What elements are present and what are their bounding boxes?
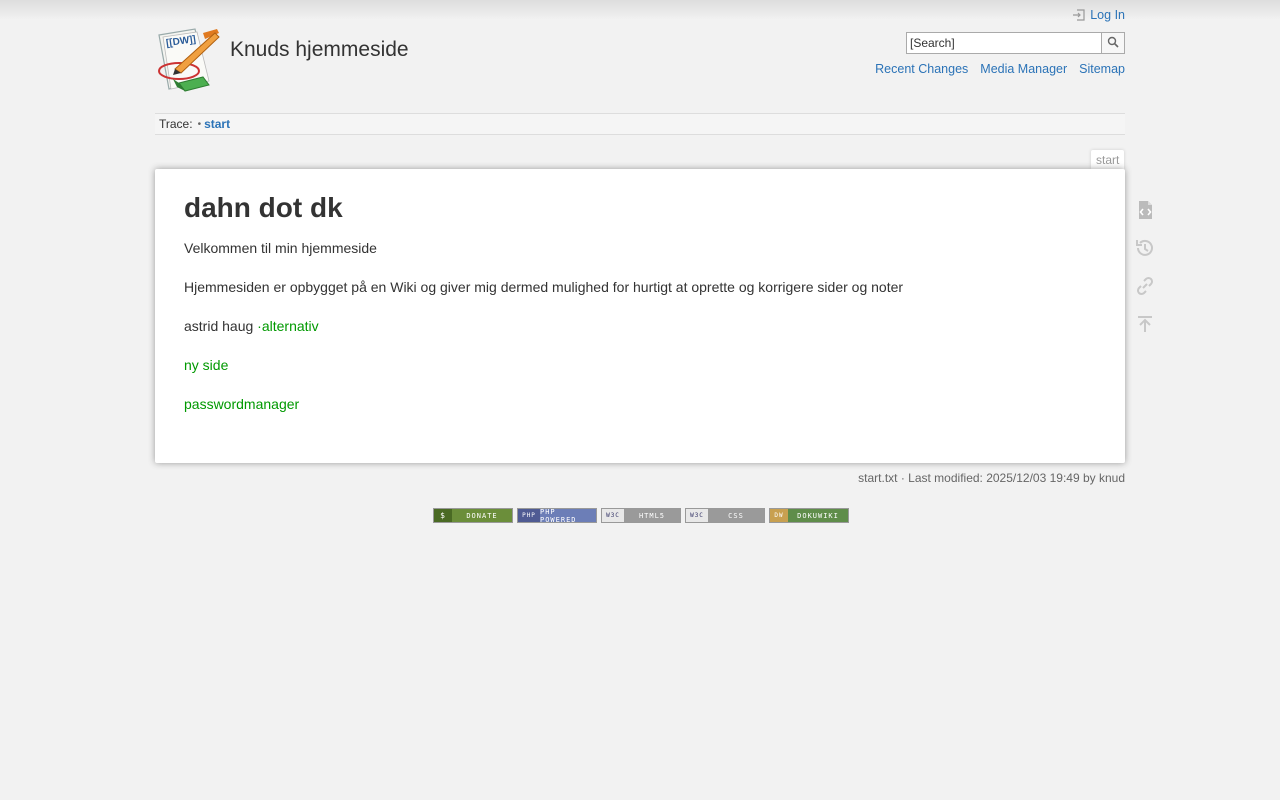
passwordmanager-link[interactable]: passwordmanager [184, 396, 299, 412]
new-page-link[interactable]: ny side [184, 357, 228, 373]
badge-left: PHP [518, 509, 540, 522]
page-tools [1132, 198, 1158, 350]
password-line: passwordmanager [184, 395, 1096, 413]
breadcrumb-item-start[interactable]: start [204, 117, 230, 131]
login-link[interactable]: Log In [1072, 8, 1125, 22]
breadcrumb-label: Trace: [159, 117, 193, 131]
backlinks-button[interactable] [1132, 274, 1158, 300]
docinfo: start.txt · Last modified: 2025/12/03 19… [858, 471, 1125, 485]
alternativ-link[interactable]: ·alternativ [257, 318, 318, 334]
valid-html5-badge[interactable]: W3C HTML5 [601, 508, 681, 523]
back-to-top-icon [1134, 313, 1156, 338]
show-source-button[interactable] [1132, 198, 1158, 224]
astrid-line: astrid haug ·alternativ [184, 317, 1096, 335]
site-tools: Recent Changes Media Manager Sitemap [875, 62, 1125, 76]
user-tools: Log In [1072, 8, 1125, 22]
docinfo-filename: start.txt [858, 471, 898, 485]
badge-text: HTML5 [638, 511, 666, 520]
old-revisions-icon [1134, 237, 1156, 262]
breadcrumb: Trace: • start [155, 113, 1125, 135]
search-form [906, 32, 1125, 54]
show-source-icon [1134, 199, 1156, 224]
badge-left: $ [434, 509, 452, 522]
login-label: Log In [1090, 8, 1125, 22]
login-icon [1072, 8, 1086, 22]
backlinks-icon [1134, 275, 1156, 300]
badge-text: DONATE [466, 511, 498, 520]
back-to-top-button[interactable] [1132, 312, 1158, 338]
breadcrumb-separator: • [197, 118, 202, 130]
php-powered-badge[interactable]: PHP PHP POWERED [517, 508, 597, 523]
badge-left: W3C [602, 509, 624, 522]
page-content: dahn dot dk Velkommen til min hjemmeside… [155, 169, 1125, 463]
sitemap-link[interactable]: Sitemap [1079, 62, 1125, 76]
search-input[interactable] [906, 32, 1102, 54]
media-manager-link[interactable]: Media Manager [980, 62, 1067, 76]
docinfo-modified: · Last modified: 2025/12/03 19:49 by [897, 471, 1099, 485]
old-revisions-button[interactable] [1132, 236, 1158, 262]
badge-text: DOKUWIKI [797, 511, 839, 520]
donate-badge[interactable]: $ DONATE [433, 508, 513, 523]
intro-text: Velkommen til min hjemmeside [184, 240, 377, 256]
new-page-line: ny side [184, 356, 1096, 374]
badge-left: W3C [686, 509, 708, 522]
page-id: start [1091, 150, 1125, 170]
search-icon [1107, 36, 1119, 51]
docinfo-user: knud [1098, 471, 1125, 485]
page-title: dahn dot dk [184, 192, 343, 223]
badge-left: DW [770, 509, 788, 522]
description-text: Hjemmesiden er opbygget på en Wiki og gi… [184, 279, 904, 295]
site-title[interactable]: Knuds hjemmeside [230, 38, 409, 62]
badge-text: PHP POWERED [540, 508, 577, 523]
dokuwiki-badge[interactable]: DW DOKUWIKI [769, 508, 849, 523]
footer-badges: $ DONATE PHP PHP POWERED W3C HTML5 W3C C… [433, 508, 849, 523]
search-button[interactable] [1102, 32, 1125, 54]
valid-css-badge[interactable]: W3C CSS [685, 508, 765, 523]
dokuwiki-logo[interactable]: [[DW]] [155, 27, 221, 93]
astrid-text: astrid haug [184, 318, 258, 334]
recent-changes-link[interactable]: Recent Changes [875, 62, 968, 76]
badge-text: CSS [728, 511, 744, 520]
